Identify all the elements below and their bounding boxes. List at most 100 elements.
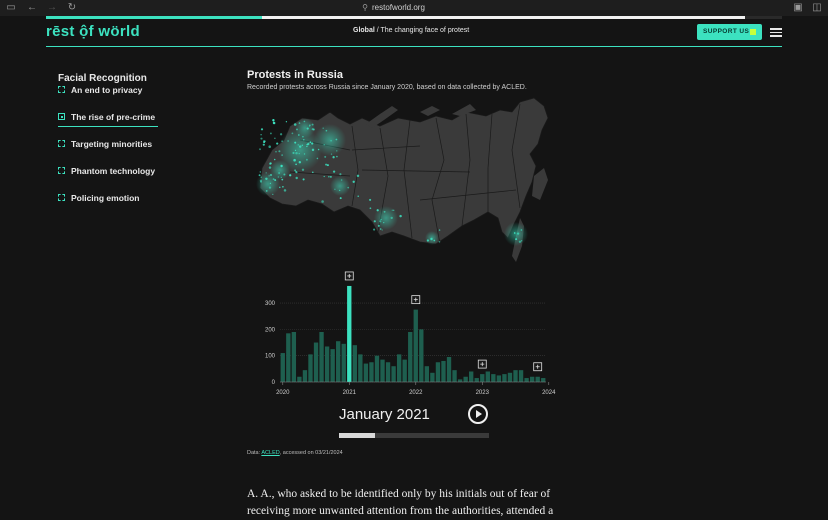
bar[interactable] <box>535 376 540 382</box>
protest-dot <box>323 144 325 146</box>
protest-dot <box>330 139 332 142</box>
protest-dot <box>279 133 283 136</box>
bar[interactable] <box>541 378 546 382</box>
protest-bar-chart: 0 100 200 300 2020 2021 2022 2023 2024 <box>265 271 556 396</box>
protest-dot <box>269 162 272 165</box>
bar[interactable] <box>496 375 502 382</box>
protest-dot <box>277 176 279 178</box>
highlighted-bar[interactable] <box>347 285 352 382</box>
data-source-note: Data: ACLED, accessed on 03/21/2024 <box>247 450 343 456</box>
protest-dot <box>322 127 324 129</box>
protest-dot <box>321 200 324 203</box>
protest-dot <box>369 198 372 201</box>
protest-dot <box>330 176 332 178</box>
bar[interactable] <box>518 370 524 382</box>
bar[interactable] <box>391 366 396 382</box>
bar[interactable] <box>308 354 313 382</box>
bar[interactable] <box>485 371 490 382</box>
bar[interactable] <box>297 376 302 382</box>
protest-dot <box>390 216 393 220</box>
protest-dot <box>279 186 281 189</box>
protest-dot <box>262 143 265 146</box>
bar[interactable] <box>430 372 435 382</box>
article-paragraph: A. A., who asked to be identified only b… <box>247 488 554 517</box>
bar[interactable] <box>341 343 346 382</box>
protest-dot <box>438 229 441 231</box>
protest-dot <box>516 232 520 235</box>
bar[interactable] <box>524 378 529 382</box>
protest-dot <box>325 129 328 132</box>
protest-dot <box>295 163 297 166</box>
bar[interactable] <box>480 374 485 382</box>
bar[interactable] <box>457 379 463 382</box>
bar[interactable] <box>424 366 430 382</box>
bar[interactable] <box>286 333 291 382</box>
bar[interactable] <box>491 374 496 382</box>
protest-dot <box>296 128 298 131</box>
bar[interactable] <box>441 360 446 382</box>
protest-dot <box>273 158 276 161</box>
protest-dot <box>393 209 395 211</box>
bar[interactable] <box>313 342 319 382</box>
protest-dot <box>298 145 302 148</box>
bar[interactable] <box>396 354 402 382</box>
timeline-scrubber[interactable] <box>339 433 489 438</box>
bar[interactable] <box>469 371 474 382</box>
bar[interactable] <box>408 332 413 382</box>
protest-dot <box>373 228 376 231</box>
bar[interactable] <box>435 362 441 382</box>
bar[interactable] <box>380 359 385 382</box>
bar[interactable] <box>502 374 507 382</box>
protest-dot <box>326 164 329 167</box>
bar[interactable] <box>369 362 374 382</box>
protest-dot <box>328 175 330 178</box>
protest-dot <box>518 240 522 243</box>
x-tick-label: 2022 <box>409 390 423 396</box>
protest-dot <box>293 158 296 162</box>
bar[interactable] <box>385 362 391 382</box>
protest-dot <box>281 178 284 181</box>
bar[interactable] <box>330 349 335 382</box>
protest-dot <box>281 154 283 156</box>
bar[interactable] <box>474 378 479 382</box>
protest-dot <box>265 172 267 174</box>
bar[interactable] <box>319 332 324 382</box>
source-prefix: Data: <box>247 450 262 456</box>
bar[interactable] <box>507 372 513 382</box>
play-icon[interactable] <box>468 404 488 424</box>
protest-dot <box>298 152 300 155</box>
bar[interactable] <box>529 376 535 382</box>
protest-dot <box>399 214 402 218</box>
bar[interactable] <box>419 329 424 382</box>
bar[interactable] <box>336 341 341 382</box>
bar[interactable] <box>302 370 308 382</box>
protest-dot <box>306 127 309 130</box>
protest-dot <box>272 119 275 122</box>
bar[interactable] <box>374 355 380 382</box>
bar[interactable] <box>291 332 297 382</box>
protest-dot <box>265 177 268 181</box>
protest-dot <box>339 197 342 200</box>
protest-dot <box>280 176 282 178</box>
bar[interactable] <box>452 370 457 382</box>
bar[interactable] <box>402 359 407 382</box>
acled-link[interactable]: ACLED <box>261 450 279 456</box>
protest-dot <box>272 178 275 181</box>
protest-dot <box>298 122 301 124</box>
protest-dot <box>340 179 343 181</box>
bar[interactable] <box>358 354 363 382</box>
bar[interactable] <box>280 353 285 382</box>
bar[interactable] <box>513 370 518 382</box>
protest-dot <box>258 174 261 177</box>
bar[interactable] <box>352 345 357 382</box>
protest-dot <box>426 239 430 242</box>
bar[interactable] <box>324 346 330 382</box>
protest-dot <box>356 174 360 178</box>
protest-dot <box>347 186 350 189</box>
bar[interactable] <box>363 363 369 382</box>
bar[interactable] <box>413 309 418 382</box>
bar[interactable] <box>446 357 452 382</box>
protest-dot <box>295 151 298 155</box>
protest-dot <box>260 134 262 136</box>
bar[interactable] <box>463 376 468 382</box>
